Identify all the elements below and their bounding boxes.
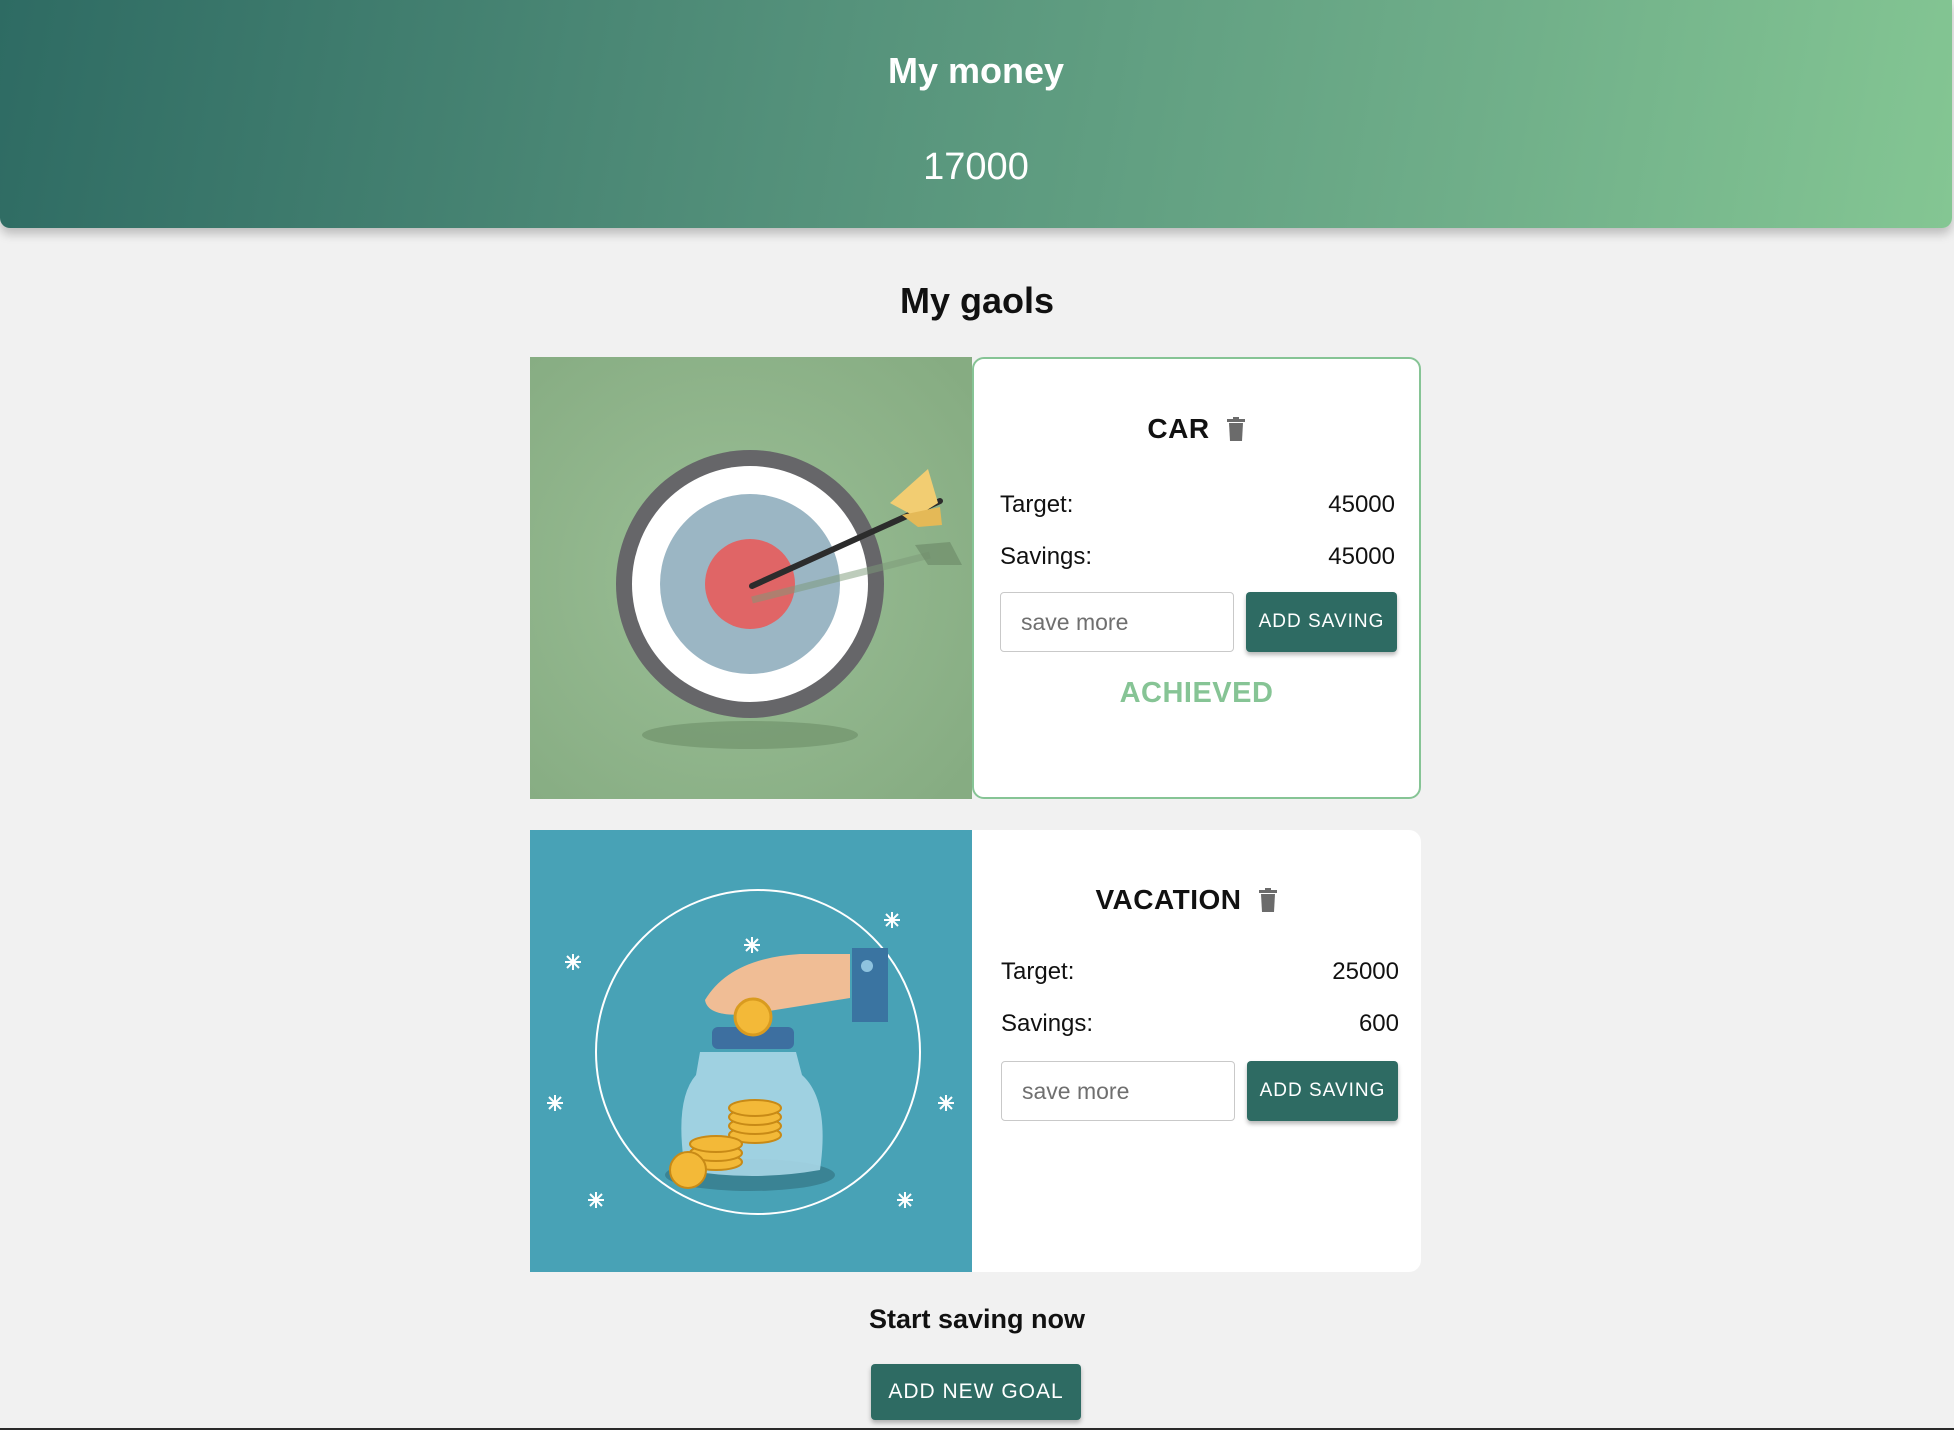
save-more-input[interactable] — [1001, 1061, 1235, 1121]
save-more-input[interactable] — [1000, 592, 1234, 652]
trash-icon[interactable] — [1226, 416, 1246, 448]
goals-title: My gaols — [899, 280, 1055, 321]
target-row: Target: 45000 — [1000, 491, 1395, 519]
goal-name: CAR — [974, 413, 1419, 448]
start-saving-prompt: Start saving now — [868, 1304, 1086, 1334]
savings-label: Savings: — [1000, 543, 1093, 570]
add-saving-button[interactable]: ADD SAVING — [1247, 1061, 1398, 1121]
target-label: Target: — [1000, 491, 1074, 518]
savings-value: 600 — [1358, 1010, 1399, 1037]
target-label: Target: — [1001, 958, 1075, 985]
goal-name-text: CAR — [1147, 413, 1210, 444]
achieved-status: ACHIEVED — [1119, 677, 1274, 709]
goal-info-panel: CAR Target: 45000 Savings: 45000 ADD SAV… — [972, 357, 1421, 799]
goal-name-text: VACATION — [1095, 884, 1242, 915]
savings-value: 45000 — [1328, 543, 1395, 570]
money-header: My money 17000 — [0, 0, 1952, 228]
header-title: My money — [887, 50, 1065, 91]
goal-info-panel: VACATION Target: 25000 Savings: 600 ADD … — [972, 830, 1421, 1272]
total-money-amount: 17000 — [923, 146, 1029, 188]
coin-jar-illustration — [530, 830, 972, 1272]
savings-row: Savings: 45000 — [1000, 543, 1395, 571]
add-new-goal-button[interactable]: ADD NEW GOAL — [871, 1364, 1081, 1420]
goal-card-car: CAR Target: 45000 Savings: 45000 ADD SAV… — [530, 357, 1421, 799]
savings-row: Savings: 600 — [1001, 1010, 1399, 1038]
goal-name: VACATION — [952, 884, 1421, 919]
target-arrow-illustration — [530, 357, 972, 799]
target-row: Target: 25000 — [1001, 958, 1399, 986]
trash-icon[interactable] — [1258, 887, 1278, 919]
savings-label: Savings: — [1001, 1010, 1094, 1037]
target-value: 25000 — [1332, 958, 1399, 985]
goal-card-vacation: VACATION Target: 25000 Savings: 600 ADD … — [530, 830, 1421, 1272]
target-value: 45000 — [1328, 491, 1395, 518]
add-saving-button[interactable]: ADD SAVING — [1246, 592, 1397, 652]
